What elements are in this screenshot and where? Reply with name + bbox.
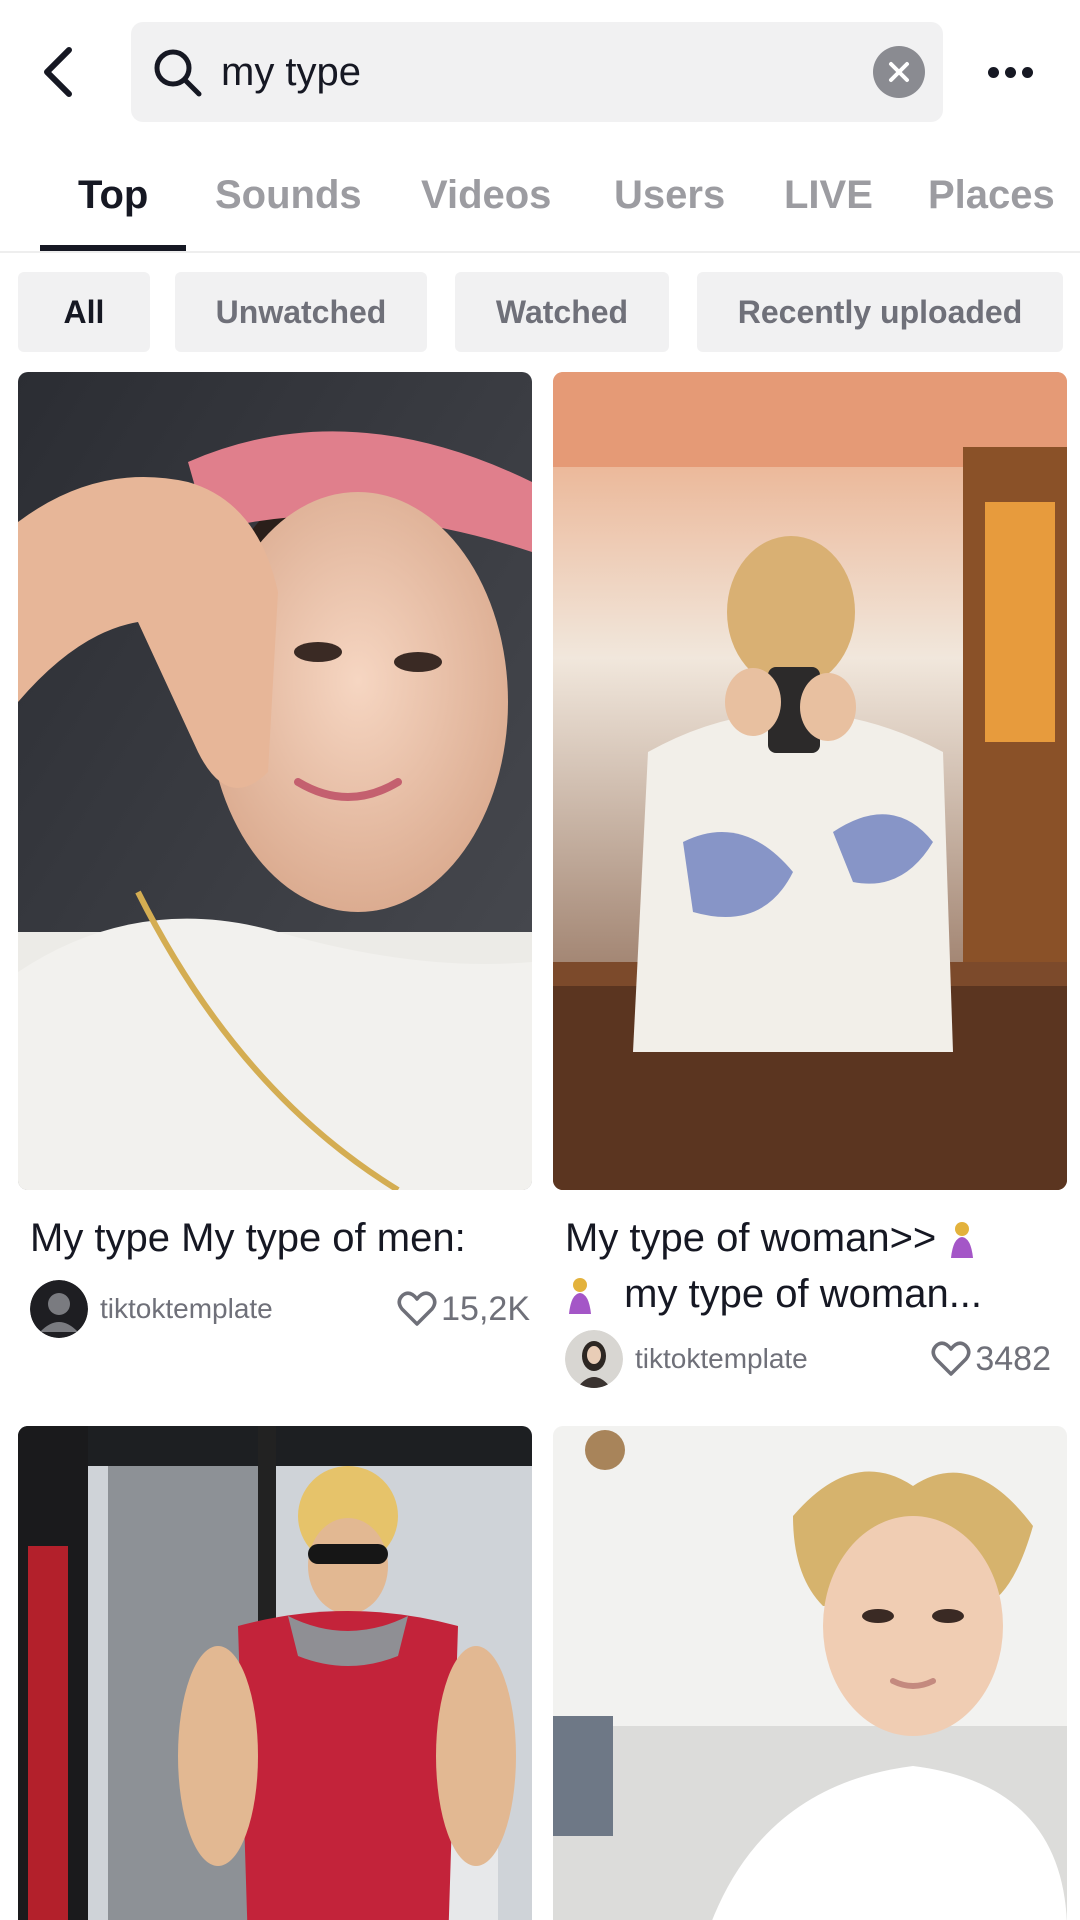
- author-row[interactable]: tiktoktemplate 3482: [565, 1330, 1065, 1388]
- tab-top[interactable]: Top: [78, 145, 148, 253]
- more-options-button[interactable]: [980, 52, 1040, 92]
- back-button[interactable]: [36, 42, 80, 102]
- result-card[interactable]: [18, 1426, 532, 1920]
- tab-live[interactable]: LIVE: [784, 145, 873, 253]
- more-icon: [987, 66, 999, 78]
- thumbnail-image: [553, 1426, 1067, 1920]
- clear-search-button[interactable]: [873, 46, 925, 98]
- search-header: my type: [0, 0, 1080, 145]
- like-count: 3482: [931, 1330, 1051, 1388]
- heart-icon: [931, 1341, 971, 1376]
- like-count: 15,2K: [397, 1280, 530, 1338]
- video-thumbnail[interactable]: [553, 372, 1067, 1190]
- filter-all[interactable]: All: [18, 272, 150, 352]
- result-card[interactable]: My type of woman>> my type of woman... t…: [553, 372, 1067, 1402]
- avatar[interactable]: [565, 1330, 623, 1388]
- tab-sounds[interactable]: Sounds: [215, 145, 362, 253]
- filter-unwatched[interactable]: Unwatched: [175, 272, 427, 352]
- filter-watched[interactable]: Watched: [455, 272, 669, 352]
- video-thumbnail[interactable]: [553, 1426, 1067, 1920]
- thumbnail-image: [18, 1426, 532, 1920]
- search-input[interactable]: my type: [131, 22, 943, 122]
- author-name[interactable]: tiktoktemplate: [635, 1330, 808, 1388]
- tab-videos[interactable]: Videos: [421, 145, 551, 253]
- video-thumbnail[interactable]: [18, 1426, 532, 1920]
- woman-emoji-icon: [951, 1222, 974, 1259]
- woman-emoji-icon: [569, 1278, 591, 1315]
- search-query[interactable]: my type: [221, 22, 361, 122]
- tab-users[interactable]: Users: [614, 145, 725, 253]
- back-arrow-icon: [44, 47, 72, 97]
- author-name[interactable]: tiktoktemplate: [100, 1280, 273, 1338]
- video-caption[interactable]: My type My type of men:: [30, 1210, 530, 1266]
- heart-icon: [397, 1291, 437, 1326]
- filter-chips: All Unwatched Watched Recently uploaded: [0, 272, 1080, 352]
- clear-icon: [889, 62, 909, 82]
- thumbnail-image: [553, 372, 1067, 1190]
- video-thumbnail[interactable]: [18, 372, 532, 1190]
- thumbnail-image: [18, 372, 532, 1190]
- author-row[interactable]: tiktoktemplate 15,2K: [30, 1280, 530, 1338]
- search-tabs: Top Sounds Videos Users LIVE Places: [0, 145, 1080, 253]
- search-icon: [154, 49, 202, 97]
- tab-places[interactable]: Places: [928, 145, 1055, 253]
- video-caption[interactable]: My type of woman>> my type of woman...: [565, 1210, 1065, 1322]
- result-card[interactable]: [553, 1426, 1067, 1920]
- result-card[interactable]: My type My type of men: tiktoktemplate 1…: [18, 372, 532, 1352]
- avatar[interactable]: [30, 1280, 88, 1338]
- filter-recently-uploaded[interactable]: Recently uploaded: [697, 272, 1063, 352]
- active-tab-indicator: [40, 245, 186, 251]
